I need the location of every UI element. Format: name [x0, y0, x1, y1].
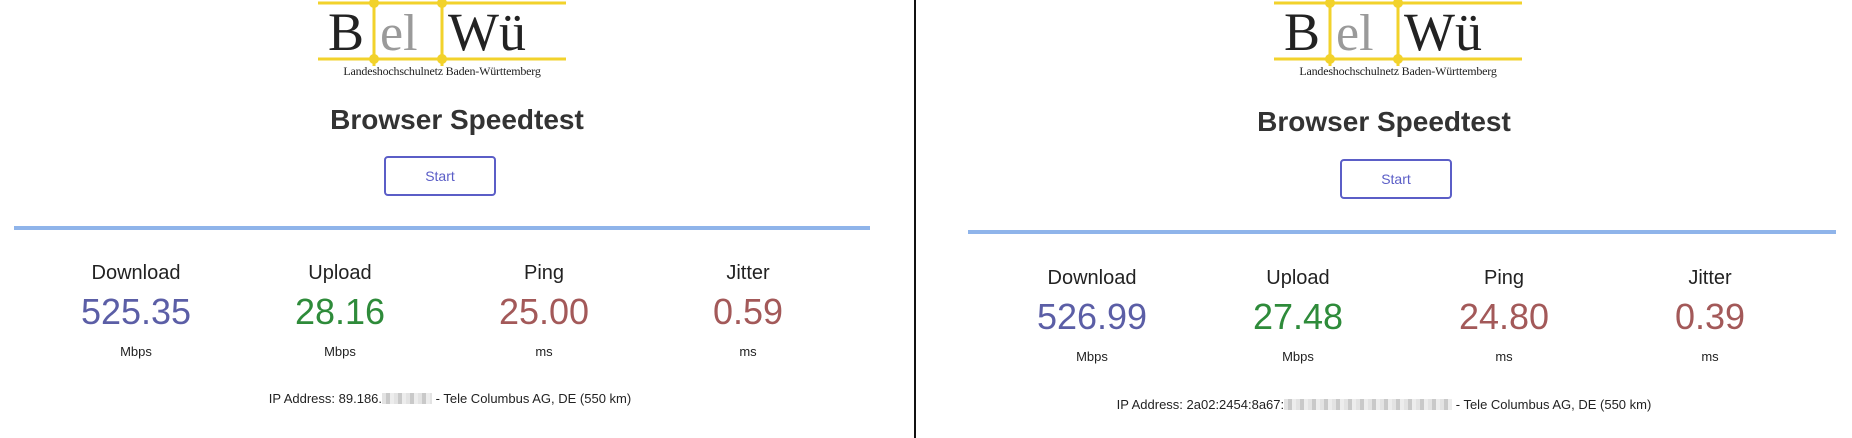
ping-unit: ms: [1495, 349, 1513, 364]
upload-label: Upload: [1266, 267, 1330, 289]
upload-value: 27.48: [1252, 296, 1344, 337]
ping-unit: ms: [535, 344, 553, 359]
page-title: Browser Speedtest: [1257, 106, 1511, 137]
ip-address-suffix: - Tele Columbus AG, DE (550 km): [435, 391, 632, 406]
speedtest-panel-left: B el Wü Landeshochschulnetz Baden-Württe…: [0, 0, 914, 438]
download-metric: Download 525.35 Mbps: [36, 261, 236, 361]
progress-bar: [968, 230, 1836, 234]
ip-address-suffix: - Tele Columbus AG, DE (550 km): [1455, 397, 1652, 412]
ping-metric: Ping 25.00 ms: [444, 261, 644, 361]
upload-value: 28.16: [294, 291, 386, 332]
belwue-logo: B el Wü Landeshochschulnetz Baden-Württe…: [318, 0, 566, 80]
redacted-ip-part: [1284, 399, 1453, 410]
jitter-value: 0.59: [712, 291, 784, 332]
progress-bar: [14, 226, 870, 230]
logo-letters-el: el: [380, 5, 418, 62]
download-label: Download: [1047, 267, 1137, 289]
ping-label: Ping: [1483, 267, 1525, 289]
start-button[interactable]: Start: [384, 156, 496, 196]
upload-metric: Upload 28.16 Mbps: [240, 261, 440, 361]
upload-unit: Mbps: [324, 344, 356, 359]
download-unit: Mbps: [120, 344, 152, 359]
download-label: Download: [91, 262, 181, 284]
start-button[interactable]: Start: [1340, 159, 1452, 199]
logo-letters-el: el: [1336, 5, 1374, 62]
ping-value: 25.00: [498, 291, 590, 332]
jitter-unit: ms: [739, 344, 757, 359]
upload-metric: Upload 27.48 Mbps: [1198, 266, 1398, 366]
speedtest-panel-right: B el Wü Landeshochschulnetz Baden-Württe…: [916, 0, 1852, 438]
upload-label: Upload: [308, 262, 372, 284]
logo-letters-wu: Wü: [1404, 2, 1482, 62]
download-value: 526.99: [1036, 296, 1148, 337]
jitter-label: Jitter: [726, 262, 770, 284]
ip-address-prefix: IP Address: 2a02:2454:8a67:: [1116, 397, 1285, 412]
ping-label: Ping: [523, 262, 565, 284]
page-title: Browser Speedtest: [330, 104, 584, 135]
logo-letter-b: B: [328, 2, 364, 62]
download-value: 525.35: [80, 291, 192, 332]
ip-address-prefix: IP Address: 89.186.: [268, 391, 383, 406]
ping-value: 24.80: [1458, 296, 1550, 337]
redacted-ip-part: [382, 393, 433, 404]
jitter-unit: ms: [1701, 349, 1719, 364]
belwue-logo: B el Wü Landeshochschulnetz Baden-Württe…: [1274, 0, 1522, 80]
logo-letter-b: B: [1284, 2, 1320, 62]
jitter-label: Jitter: [1688, 267, 1732, 289]
ping-metric: Ping 24.80 ms: [1404, 266, 1604, 366]
jitter-metric: Jitter 0.59 ms: [648, 261, 848, 361]
logo-subtitle: Landeshochschulnetz Baden-Württemberg: [343, 64, 541, 78]
logo-subtitle: Landeshochschulnetz Baden-Württemberg: [1299, 64, 1497, 78]
ip-address-line: IP Address: 89.186. - Tele Columbus AG, …: [0, 391, 907, 406]
jitter-value: 0.39: [1674, 296, 1746, 337]
ip-address-line: IP Address: 2a02:2454:8a67: - Tele Colum…: [916, 397, 1852, 412]
download-metric: Download 526.99 Mbps: [992, 266, 1192, 366]
upload-unit: Mbps: [1282, 349, 1314, 364]
logo-letters-wu: Wü: [448, 2, 526, 62]
jitter-metric: Jitter 0.39 ms: [1610, 266, 1810, 366]
download-unit: Mbps: [1076, 349, 1108, 364]
